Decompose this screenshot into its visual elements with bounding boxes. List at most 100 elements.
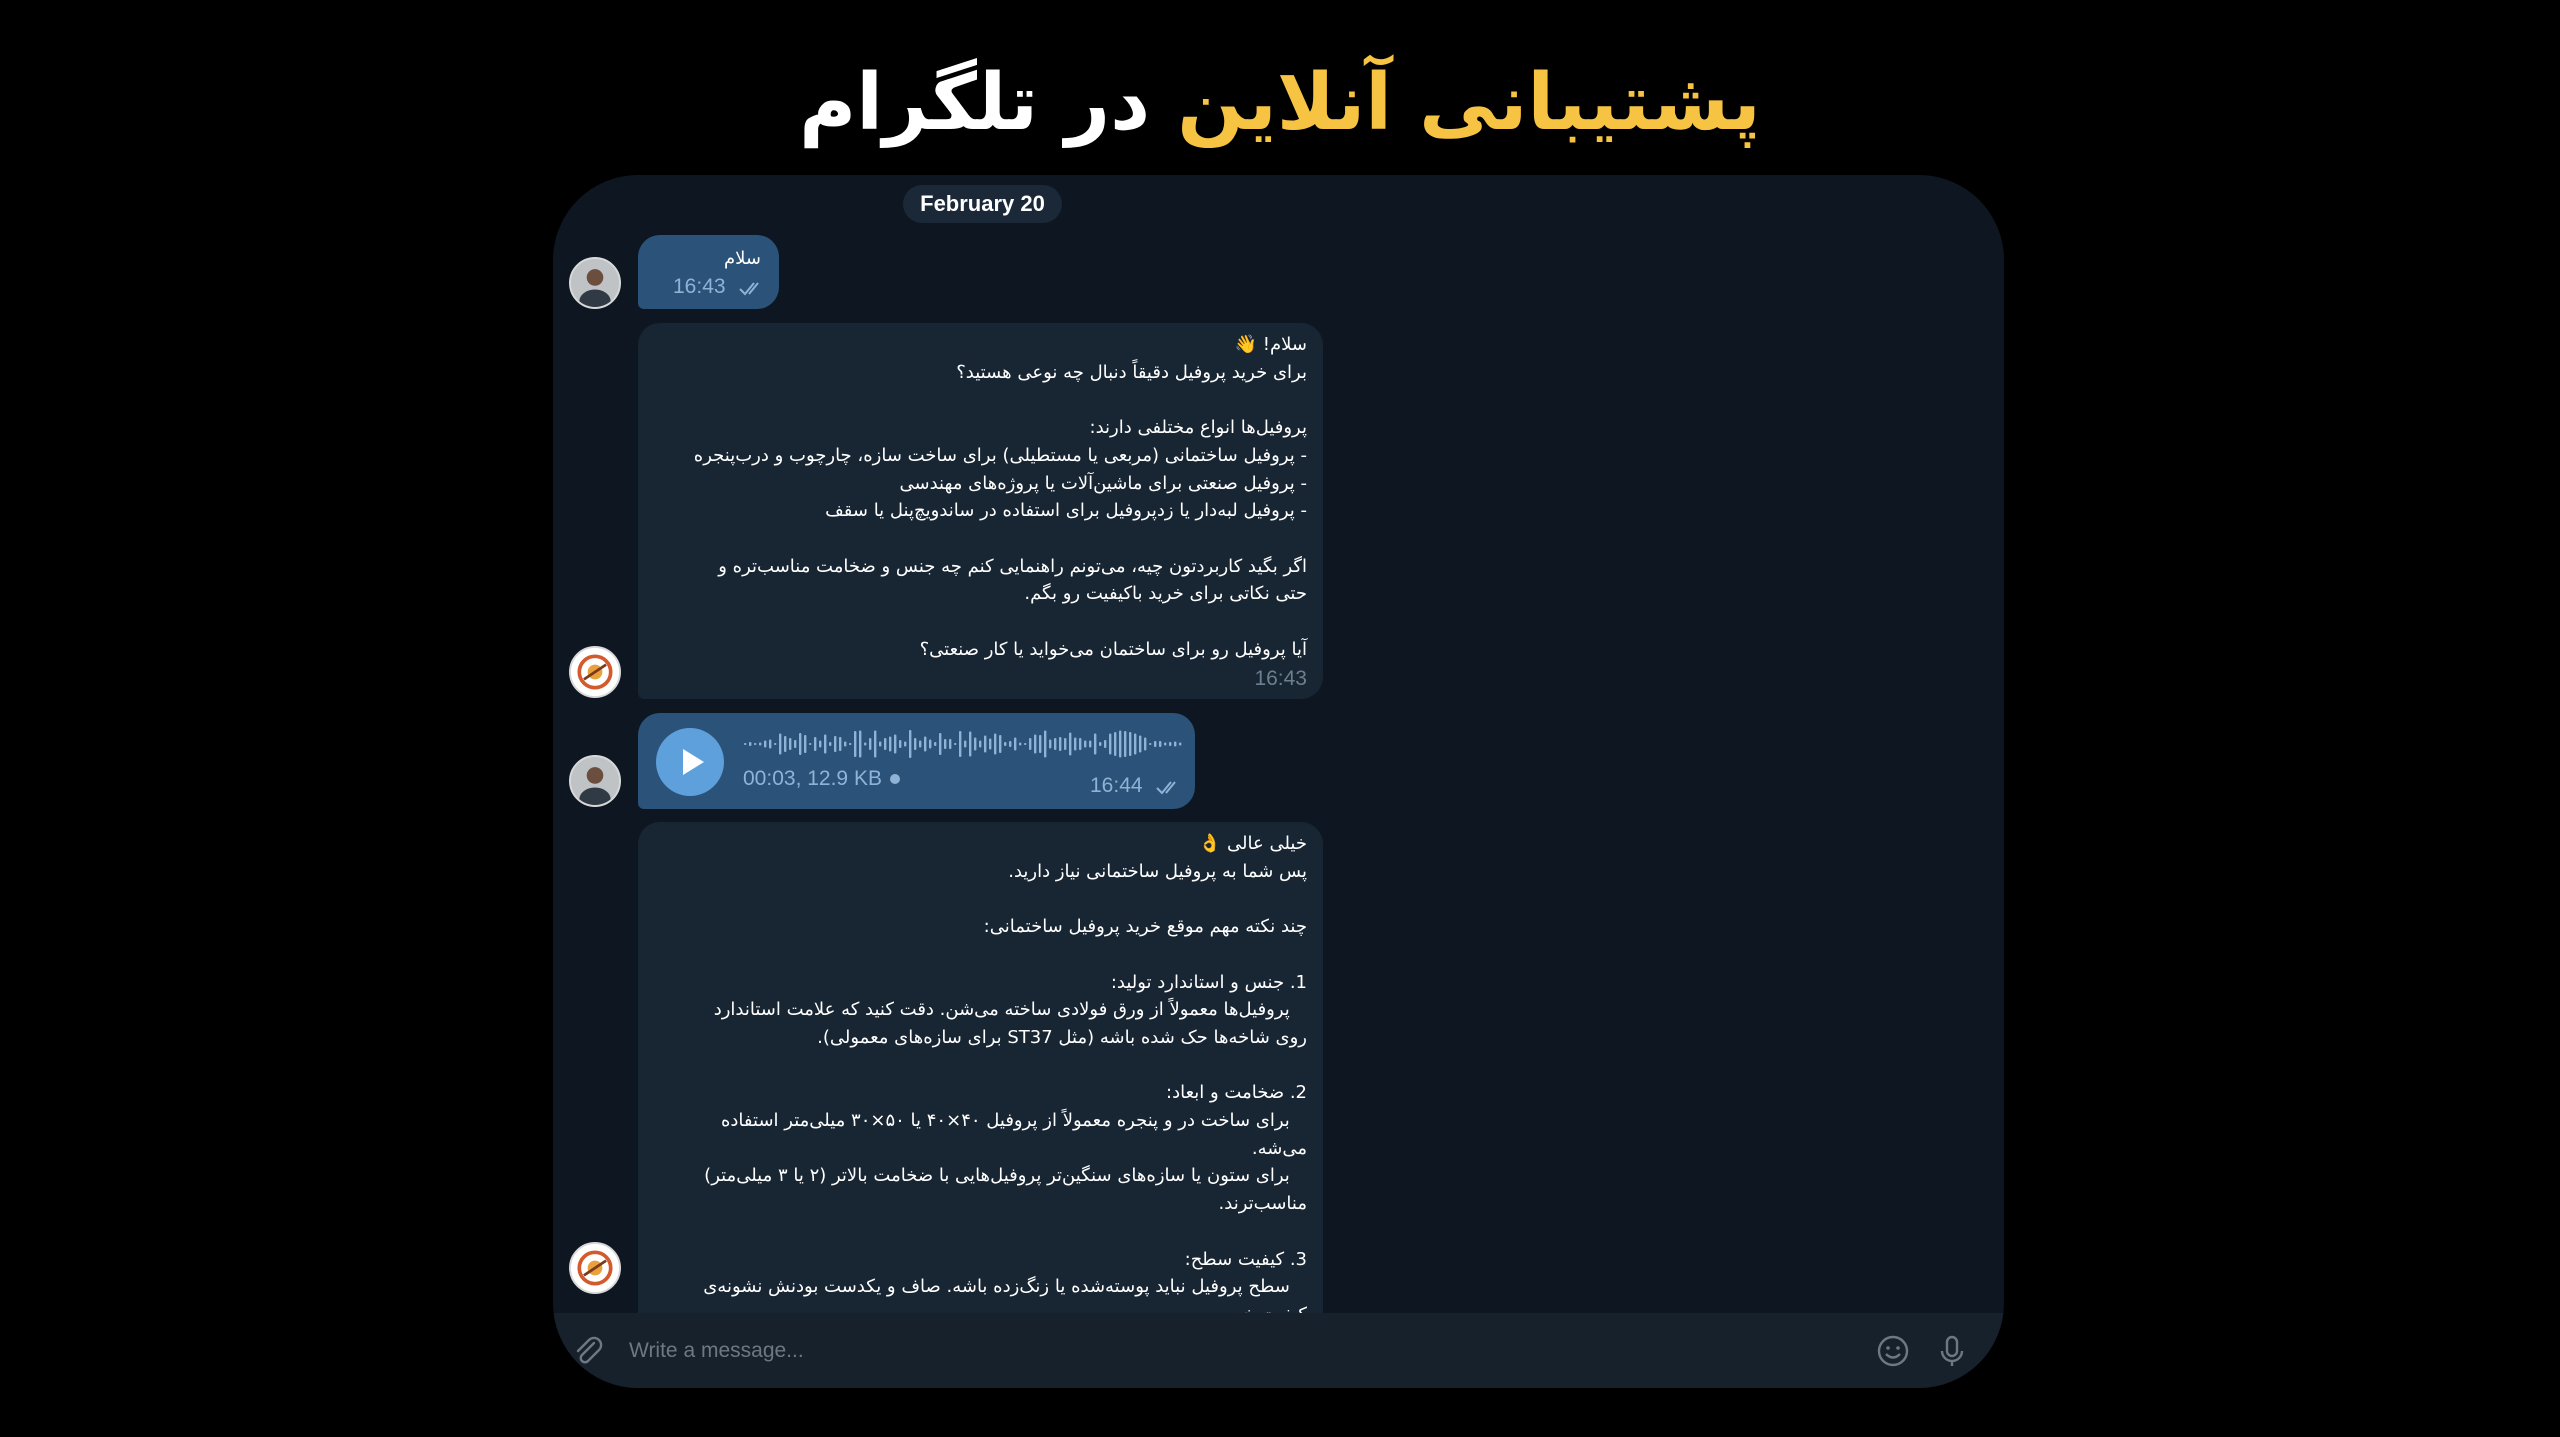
waveform-bar (1094, 733, 1097, 755)
waveform-bar (774, 743, 777, 745)
waveform-bar (1164, 742, 1167, 746)
waveform-bar (1119, 730, 1122, 758)
waveform-bar (744, 743, 747, 745)
waveform-bar (914, 738, 917, 750)
waveform-bar (1014, 737, 1017, 751)
waveform-bar (1069, 732, 1072, 756)
waveform-bar (1109, 733, 1112, 755)
message-text: خیلی عالی 👌 پس شما به پروفیل ساختمانی نی… (703, 833, 1307, 1325)
bot-avatar[interactable] (569, 1242, 621, 1294)
waveform-bar (954, 743, 957, 745)
waveform-bar (764, 740, 767, 748)
waveform-bar (829, 742, 832, 746)
waveform-bar (924, 736, 927, 752)
waveform-bar (1159, 741, 1162, 747)
message-time: 16:43 (673, 275, 726, 298)
waveform-bar (1044, 730, 1047, 758)
waveform-bar (869, 738, 872, 750)
waveform-bar (934, 742, 937, 746)
waveform-bar (1174, 741, 1177, 747)
telegram-chat-window: February 20 سلام 16:43 سلام! 👋 برای خرید… (553, 175, 2004, 1388)
waveform-bar (784, 736, 787, 752)
waveform-bar (894, 734, 897, 754)
waveform-bar (1059, 737, 1062, 751)
waveform-bar (819, 740, 822, 748)
waveform-bar (944, 739, 947, 749)
attach-button[interactable] (568, 1331, 608, 1371)
waveform-bar (1039, 735, 1042, 753)
waveform-bar (1139, 735, 1142, 753)
waveform-bar (1054, 738, 1057, 750)
waveform-bar (1129, 732, 1132, 756)
waveform-bar (1034, 734, 1037, 754)
waveform-bar (1179, 742, 1182, 746)
waveform-bar (1104, 740, 1107, 748)
page-title: پشتیبانی آنلاین در تلگرام (0, 48, 2560, 158)
title-accent: پشتیبانی آنلاین (1177, 58, 1761, 148)
waveform-bar (754, 743, 757, 745)
smiley-icon (1877, 1335, 1909, 1367)
waveform-bar (889, 736, 892, 752)
waveform-bar (1154, 741, 1157, 747)
double-check-icon (1156, 781, 1176, 795)
emoji-button[interactable] (1873, 1331, 1913, 1371)
waveform-bar (1049, 739, 1052, 749)
waveform-bar (999, 735, 1002, 753)
message-bubble-incoming[interactable]: سلام! 👋 برای خرید پروفیل دقیقاً دنبال چه… (638, 323, 1323, 699)
date-separator: February 20 (903, 185, 1062, 223)
message-time: 16:43 (1254, 667, 1307, 690)
waveform-bar (989, 738, 992, 750)
waveform-bar (1124, 731, 1127, 757)
waveform-bar (959, 731, 962, 757)
user-avatar[interactable] (569, 257, 621, 309)
play-button[interactable] (656, 728, 724, 796)
waveform-bar (844, 741, 847, 747)
waveform-bar (1009, 741, 1012, 747)
person-photo-icon (571, 757, 619, 805)
bot-avatar[interactable] (569, 646, 621, 698)
waveform-bar (794, 740, 797, 748)
waveform-bar (949, 739, 952, 749)
waveform-bar (904, 741, 907, 747)
waveform-bar (984, 735, 987, 753)
message-bubble-outgoing[interactable]: سلام 16:43 (638, 235, 779, 309)
unplayed-dot (889, 774, 900, 785)
waveform-bar (909, 730, 912, 758)
message-text: سلام (724, 248, 761, 269)
message-time: 16:44 (1090, 774, 1143, 797)
waveform-bar (799, 733, 802, 755)
waveform-bar (884, 738, 887, 750)
waveform-bar (1144, 737, 1147, 751)
bot-logo-icon (571, 648, 619, 696)
waveform-bar (1134, 733, 1137, 755)
waveform-bar (929, 739, 932, 749)
title-rest: در تلگرام (799, 58, 1178, 148)
waveform-bar (994, 733, 997, 755)
waveform-bar (1074, 737, 1077, 751)
voice-record-button[interactable] (1932, 1331, 1972, 1371)
waveform-bar (749, 742, 752, 746)
waveform-bar (789, 738, 792, 750)
slide: پشتیبانی آنلاین در تلگرام February 20 سل… (0, 0, 2560, 1437)
waveform-bar (1019, 742, 1022, 746)
waveform-bar (939, 733, 942, 755)
paperclip-icon (576, 1336, 603, 1364)
waveform-bar (839, 737, 842, 751)
message-input[interactable] (629, 1331, 1729, 1371)
waveform-bar (834, 736, 837, 752)
voice-waveform[interactable] (743, 728, 1183, 760)
waveform-bar (1084, 740, 1087, 748)
voice-info: 00:03, 12.9 KB (743, 767, 900, 791)
voice-duration: 00:03 (743, 767, 796, 790)
waveform-bar (964, 740, 967, 748)
waveform-bar (1029, 738, 1032, 750)
waveform-bar (899, 740, 902, 748)
user-avatar[interactable] (569, 755, 621, 807)
message-text: سلام! 👋 برای خرید پروفیل دقیقاً دنبال چه… (693, 334, 1307, 660)
voice-message-bubble[interactable]: 00:03, 12.9 KB 16:44 (638, 713, 1195, 809)
message-bubble-incoming[interactable]: خیلی عالی 👌 پس شما به پروفیل ساختمانی نی… (638, 822, 1323, 1342)
waveform-bar (1169, 742, 1172, 746)
waveform-bar (759, 742, 762, 746)
bot-logo-icon (571, 1244, 619, 1292)
voice-size: 12.9 KB (807, 767, 882, 790)
